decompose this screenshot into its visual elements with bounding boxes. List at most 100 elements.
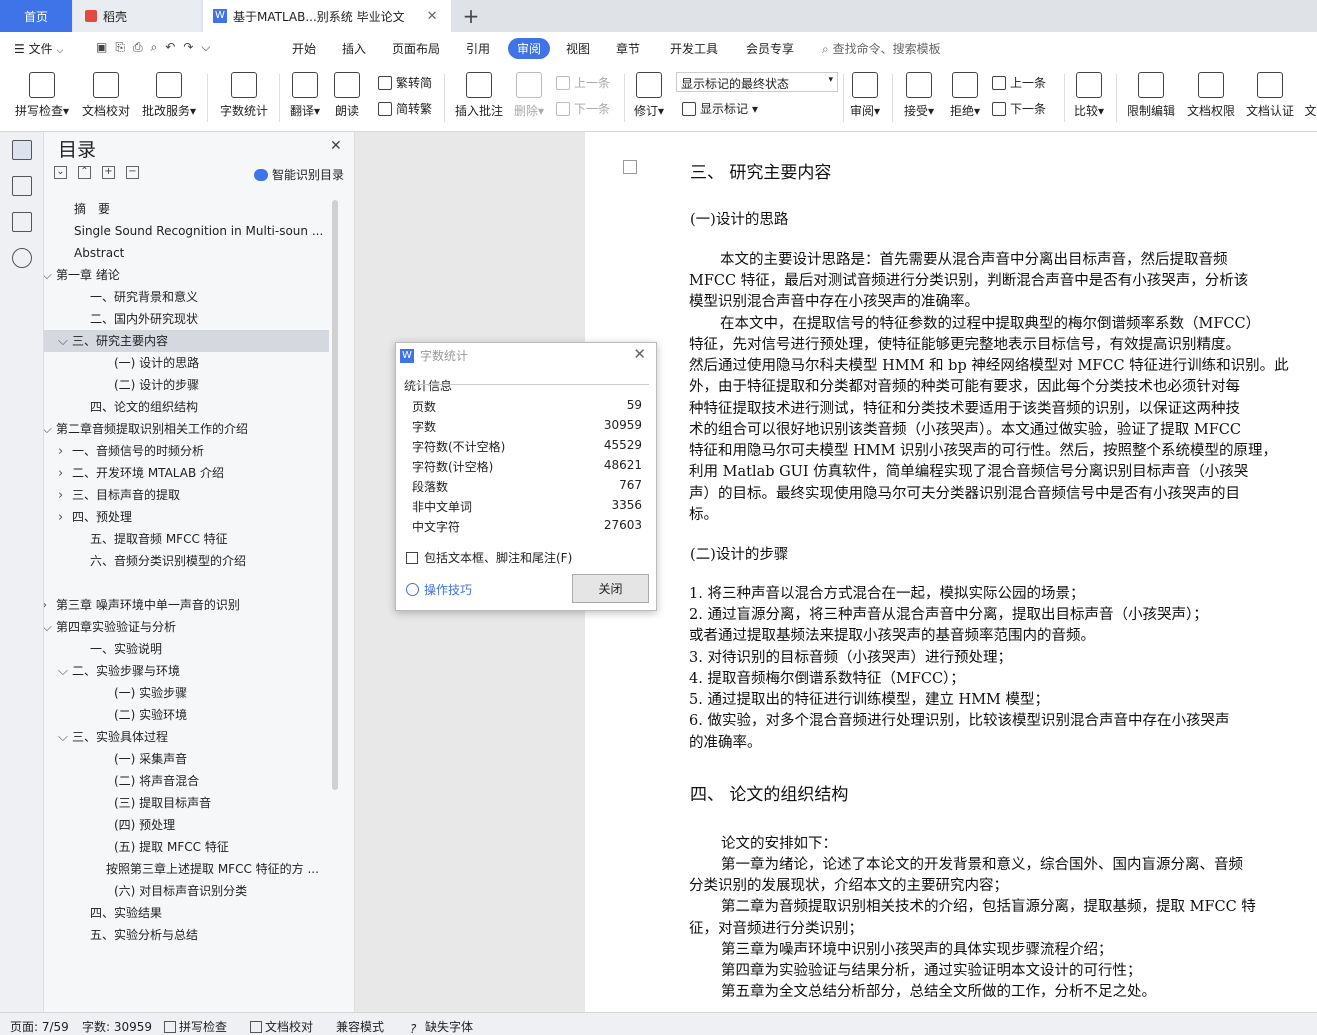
- toc-item[interactable]: › 二、开发环境 MTALAB 介绍: [44, 462, 329, 484]
- doc-permission-button[interactable]: 文档权限: [1184, 70, 1238, 119]
- command-search[interactable]: ⌕ 查找命令、搜索模板: [822, 40, 941, 57]
- toc-item[interactable]: ⌵第四章实验验证与分析: [44, 616, 329, 638]
- chevron-down-icon[interactable]: ⌵: [58, 331, 72, 352]
- toc-scrollbar[interactable]: [332, 200, 338, 790]
- remove-heading-icon[interactable]: −: [126, 166, 139, 179]
- menu-chapter[interactable]: 章节: [616, 40, 640, 57]
- show-marks-button[interactable]: 显示标记 ▾: [682, 100, 758, 117]
- menu-review[interactable]: 审阅: [508, 38, 551, 59]
- toc-item[interactable]: 一、研究背景和意义: [44, 286, 329, 308]
- missing-font-status[interactable]: ? 缺失字体: [410, 1018, 473, 1035]
- expand-all-icon[interactable]: ⌃: [78, 166, 91, 179]
- toc-item[interactable]: 四、论文的组织结构: [44, 396, 329, 418]
- chevron-right-icon[interactable]: ›: [44, 595, 56, 616]
- toc-item[interactable]: › 三、目标声音的提取: [44, 484, 329, 506]
- include-textbox-checkbox[interactable]: 包括文本框、脚注和尾注(F): [406, 549, 572, 566]
- markup-display-select[interactable]: 显示标记的最终状态 ▾: [676, 72, 838, 92]
- toc-item[interactable]: 按照第三章上述提取 MFCC 特征的方 ...: [44, 858, 329, 880]
- tips-link[interactable]: 操作技巧: [406, 581, 472, 598]
- chapter-icon[interactable]: [12, 176, 32, 196]
- prev-revision-button[interactable]: 上一条: [992, 74, 1046, 91]
- bookmark-icon[interactable]: [12, 212, 32, 232]
- toc-item[interactable]: 六、音频分类识别模型的介绍: [44, 550, 329, 572]
- search-icon[interactable]: [12, 248, 32, 268]
- toc-item[interactable]: › 四、预处理: [44, 506, 329, 528]
- toc-item[interactable]: (二) 设计的步骤: [44, 374, 329, 396]
- prev-comment-button[interactable]: 上一条: [556, 74, 610, 91]
- toc-item[interactable]: 二、国内外研究现状: [44, 308, 329, 330]
- chevron-down-icon[interactable]: ⌵: [44, 419, 56, 440]
- toc-item[interactable]: (五) 提取 MFCC 特征: [44, 836, 329, 858]
- chevron-right-icon[interactable]: ›: [58, 485, 72, 506]
- menu-member[interactable]: 会员专享: [746, 40, 794, 57]
- toc-item[interactable]: Abstract: [44, 242, 329, 264]
- menu-start[interactable]: 开始: [292, 40, 316, 57]
- toc-item[interactable]: (四) 预处理: [44, 814, 329, 836]
- toc-item[interactable]: (三) 提取目标声音: [44, 792, 329, 814]
- toc-item[interactable]: Single Sound Recognition in Multi-soun .…: [44, 220, 329, 242]
- toc-item[interactable]: 四、实验结果: [44, 902, 329, 924]
- toc-item[interactable]: (一) 采集声音: [44, 748, 329, 770]
- chevron-right-icon[interactable]: ›: [58, 463, 72, 484]
- toc-item[interactable]: (二) 将声音混合: [44, 770, 329, 792]
- menu-layout[interactable]: 页面布局: [392, 40, 440, 57]
- toc-item[interactable]: (二) 实验环境: [44, 704, 329, 726]
- delete-comment-button[interactable]: 删除▾: [510, 70, 548, 119]
- toc-item[interactable]: ⌵ 三、研究主要内容: [44, 330, 329, 352]
- next-comment-button[interactable]: 下一条: [556, 100, 610, 117]
- doc-proof-status[interactable]: 文档校对: [250, 1018, 313, 1035]
- menu-devtools[interactable]: 开发工具: [670, 40, 718, 57]
- page-options-icon[interactable]: [623, 160, 637, 174]
- chevron-right-icon[interactable]: ›: [58, 507, 72, 528]
- word-count-indicator[interactable]: 字数: 30959: [82, 1018, 152, 1035]
- overflow-button[interactable]: 文: [1304, 70, 1317, 119]
- tab-document[interactable]: W 基于MATLAB...别系统 毕业论文 ✕: [203, 0, 451, 32]
- chevron-down-icon[interactable]: ⌵: [58, 661, 72, 682]
- quick-access-toolbar[interactable]: ▣⎘⎙⌕↶↷⌵: [96, 40, 218, 55]
- translate-button[interactable]: 翻译▾: [286, 70, 324, 119]
- chevron-down-icon[interactable]: ⌵: [44, 265, 56, 286]
- new-tab-button[interactable]: +: [458, 0, 484, 32]
- toc-icon[interactable]: [12, 140, 32, 160]
- toc-item[interactable]: ›第三章 噪声环境中单一声音的识别: [44, 594, 329, 616]
- spell-check-status[interactable]: 拼写检查: [164, 1018, 227, 1035]
- toc-item[interactable]: (六) 对目标声音识别分类: [44, 880, 329, 902]
- checkbox-box[interactable]: [406, 551, 418, 564]
- toc-item[interactable]: 摘 要: [44, 198, 329, 220]
- close-icon[interactable]: ✕: [330, 138, 342, 154]
- toc-item[interactable]: ⌵ 二、实验步骤与环境: [44, 660, 329, 682]
- reject-button[interactable]: 拒绝▾: [946, 70, 984, 119]
- compare-button[interactable]: 比较▾: [1070, 70, 1108, 119]
- tab-close-icon[interactable]: ✕: [427, 9, 438, 24]
- toc-item[interactable]: (一) 设计的思路: [44, 352, 329, 374]
- restrict-edit-button[interactable]: 限制编辑: [1124, 70, 1178, 119]
- chevron-down-icon[interactable]: ⌵: [44, 617, 56, 638]
- read-aloud-button[interactable]: 朗读: [330, 70, 364, 119]
- toc-item[interactable]: › 一、音频信号的时频分析: [44, 440, 329, 462]
- review-pane-button[interactable]: 审阅▾: [846, 70, 884, 119]
- chevron-down-icon[interactable]: ⌵: [58, 727, 72, 748]
- accept-button[interactable]: 接受▾: [900, 70, 938, 119]
- trad-to-simp-button[interactable]: 繁转简: [378, 74, 432, 91]
- file-menu[interactable]: ☰ 文件 ⌵: [14, 40, 63, 57]
- doc-proof-button[interactable]: 文档校对: [78, 70, 134, 119]
- spell-check-button[interactable]: 拼写检查▾: [10, 70, 74, 119]
- insert-comment-button[interactable]: 插入批注: [452, 70, 506, 119]
- document-page[interactable]: 三、 研究主要内容 (一)设计的思路 本文的主要设计思路是：首先需要从混合声音中分离…: [585, 132, 1317, 1012]
- close-icon[interactable]: ✕: [633, 345, 646, 363]
- toc-item[interactable]: ⌵第一章 绪论: [44, 264, 329, 286]
- toc-item[interactable]: ⌵ 三、实验具体过程: [44, 726, 329, 748]
- batch-service-button[interactable]: 批改服务▾: [138, 70, 200, 119]
- smart-toc-button[interactable]: 智能识别目录: [254, 166, 344, 183]
- menu-insert[interactable]: 插入: [342, 40, 366, 57]
- collapse-all-icon[interactable]: ⌄: [54, 166, 67, 179]
- close-button[interactable]: 关闭: [572, 574, 649, 603]
- next-revision-button[interactable]: 下一条: [992, 100, 1046, 117]
- revise-button[interactable]: 修订▾: [630, 70, 668, 119]
- toc-item[interactable]: (一) 实验步骤: [44, 682, 329, 704]
- toc-item[interactable]: ⌵第二章音频提取识别相关工作的介绍: [44, 418, 329, 440]
- simp-to-trad-button[interactable]: 简转繁: [378, 100, 432, 117]
- add-heading-icon[interactable]: +: [102, 166, 115, 179]
- toc-item[interactable]: 五、提取音频 MFCC 特征: [44, 528, 329, 550]
- tab-home[interactable]: 首页: [0, 0, 72, 32]
